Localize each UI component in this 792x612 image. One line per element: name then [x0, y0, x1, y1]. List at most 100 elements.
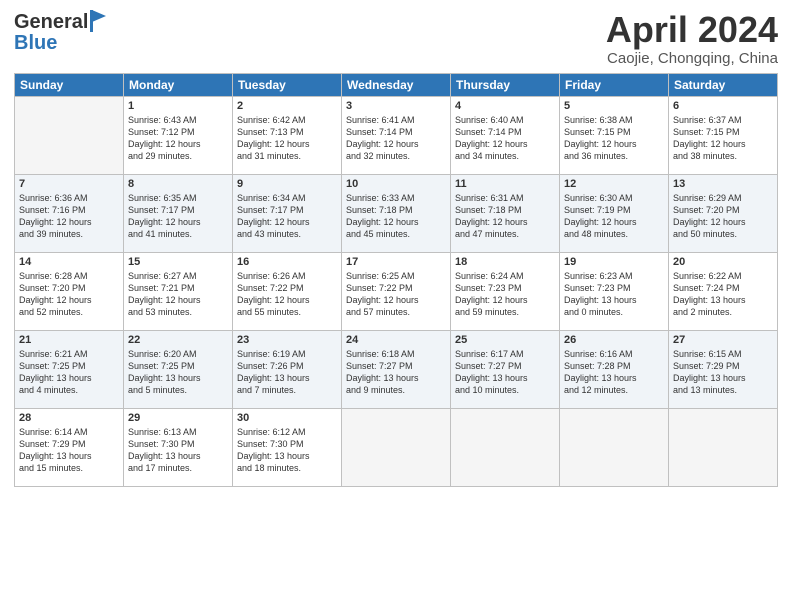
day-cell [451, 408, 560, 486]
col-header-friday: Friday [560, 73, 669, 96]
day-cell [342, 408, 451, 486]
day-info: Sunrise: 6:42 AM Sunset: 7:13 PM Dayligh… [237, 114, 337, 163]
day-info: Sunrise: 6:16 AM Sunset: 7:28 PM Dayligh… [564, 348, 664, 397]
header-row: SundayMondayTuesdayWednesdayThursdayFrid… [15, 73, 778, 96]
day-info: Sunrise: 6:40 AM Sunset: 7:14 PM Dayligh… [455, 114, 555, 163]
day-number: 6 [673, 100, 773, 112]
day-number: 8 [128, 178, 228, 190]
day-cell: 29 Sunrise: 6:13 AM Sunset: 7:30 PM Dayli… [124, 408, 233, 486]
week-row-1: 1 Sunrise: 6:43 AM Sunset: 7:12 PM Daylig… [15, 96, 778, 174]
day-info: Sunrise: 6:30 AM Sunset: 7:19 PM Dayligh… [564, 192, 664, 241]
day-cell: 6 Sunrise: 6:37 AM Sunset: 7:15 PM Daylig… [669, 96, 778, 174]
day-number: 25 [455, 334, 555, 346]
day-cell: 11 Sunrise: 6:31 AM Sunset: 7:18 PM Dayli… [451, 174, 560, 252]
day-cell: 30 Sunrise: 6:12 AM Sunset: 7:30 PM Dayli… [233, 408, 342, 486]
day-info: Sunrise: 6:22 AM Sunset: 7:24 PM Dayligh… [673, 270, 773, 319]
day-number: 23 [237, 334, 337, 346]
day-info: Sunrise: 6:15 AM Sunset: 7:29 PM Dayligh… [673, 348, 773, 397]
day-info: Sunrise: 6:31 AM Sunset: 7:18 PM Dayligh… [455, 192, 555, 241]
day-number: 1 [128, 100, 228, 112]
day-number: 26 [564, 334, 664, 346]
day-info: Sunrise: 6:14 AM Sunset: 7:29 PM Dayligh… [19, 426, 119, 475]
day-number: 14 [19, 256, 119, 268]
day-number: 16 [237, 256, 337, 268]
day-info: Sunrise: 6:23 AM Sunset: 7:23 PM Dayligh… [564, 270, 664, 319]
day-number: 3 [346, 100, 446, 112]
day-cell: 12 Sunrise: 6:30 AM Sunset: 7:19 PM Dayli… [560, 174, 669, 252]
day-number: 30 [237, 412, 337, 424]
day-cell: 8 Sunrise: 6:35 AM Sunset: 7:17 PM Daylig… [124, 174, 233, 252]
day-number: 5 [564, 100, 664, 112]
day-info: Sunrise: 6:25 AM Sunset: 7:22 PM Dayligh… [346, 270, 446, 319]
day-number: 24 [346, 334, 446, 346]
day-info: Sunrise: 6:37 AM Sunset: 7:15 PM Dayligh… [673, 114, 773, 163]
col-header-thursday: Thursday [451, 73, 560, 96]
day-info: Sunrise: 6:29 AM Sunset: 7:20 PM Dayligh… [673, 192, 773, 241]
col-header-wednesday: Wednesday [342, 73, 451, 96]
day-number: 27 [673, 334, 773, 346]
day-cell: 20Sunrise: 6:22 AM Sunset: 7:24 PM Dayli… [669, 252, 778, 330]
day-number: 15 [128, 256, 228, 268]
calendar-container: General Blue April 2024 Caojie, Chongqin… [0, 0, 792, 612]
col-header-sunday: Sunday [15, 73, 124, 96]
day-cell: 9 Sunrise: 6:34 AM Sunset: 7:17 PM Daylig… [233, 174, 342, 252]
day-cell: 14 Sunrise: 6:28 AM Sunset: 7:20 PM Dayli… [15, 252, 124, 330]
day-info: Sunrise: 6:34 AM Sunset: 7:17 PM Dayligh… [237, 192, 337, 241]
day-cell: 13 Sunrise: 6:29 AM Sunset: 7:20 PM Dayli… [669, 174, 778, 252]
day-cell: 10Sunrise: 6:33 AM Sunset: 7:18 PM Dayli… [342, 174, 451, 252]
day-cell: 25 Sunrise: 6:17 AM Sunset: 7:27 PM Dayli… [451, 330, 560, 408]
day-cell [15, 96, 124, 174]
day-info: Sunrise: 6:36 AM Sunset: 7:16 PM Dayligh… [19, 192, 119, 241]
day-info: Sunrise: 6:18 AM Sunset: 7:27 PM Dayligh… [346, 348, 446, 397]
day-number: 22 [128, 334, 228, 346]
calendar-table: SundayMondayTuesdayWednesdayThursdayFrid… [14, 73, 778, 487]
day-number: 28 [19, 412, 119, 424]
header: General Blue April 2024 Caojie, Chongqin… [14, 10, 778, 67]
day-number: 29 [128, 412, 228, 424]
day-number: 19 [564, 256, 664, 268]
title-block: April 2024 Caojie, Chongqing, China [606, 10, 778, 67]
day-info: Sunrise: 6:26 AM Sunset: 7:22 PM Dayligh… [237, 270, 337, 319]
day-info: Sunrise: 6:20 AM Sunset: 7:25 PM Dayligh… [128, 348, 228, 397]
day-info: Sunrise: 6:43 AM Sunset: 7:12 PM Dayligh… [128, 114, 228, 163]
day-info: Sunrise: 6:35 AM Sunset: 7:17 PM Dayligh… [128, 192, 228, 241]
logo-blue: Blue [14, 31, 108, 55]
day-info: Sunrise: 6:24 AM Sunset: 7:23 PM Dayligh… [455, 270, 555, 319]
day-number: 2 [237, 100, 337, 112]
day-cell: 3Sunrise: 6:41 AM Sunset: 7:14 PM Daylig… [342, 96, 451, 174]
day-cell: 23 Sunrise: 6:19 AM Sunset: 7:26 PM Dayli… [233, 330, 342, 408]
day-number: 13 [673, 178, 773, 190]
day-info: Sunrise: 6:38 AM Sunset: 7:15 PM Dayligh… [564, 114, 664, 163]
logo-text: General Blue [14, 10, 108, 55]
col-header-tuesday: Tuesday [233, 73, 342, 96]
day-cell: 17Sunrise: 6:25 AM Sunset: 7:22 PM Dayli… [342, 252, 451, 330]
day-cell: 4 Sunrise: 6:40 AM Sunset: 7:14 PM Daylig… [451, 96, 560, 174]
day-cell: 24 Sunrise: 6:18 AM Sunset: 7:27 PM Dayli… [342, 330, 451, 408]
day-info: Sunrise: 6:19 AM Sunset: 7:26 PM Dayligh… [237, 348, 337, 397]
day-cell: 19 Sunrise: 6:23 AM Sunset: 7:23 PM Dayli… [560, 252, 669, 330]
day-info: Sunrise: 6:21 AM Sunset: 7:25 PM Dayligh… [19, 348, 119, 397]
day-info: Sunrise: 6:12 AM Sunset: 7:30 PM Dayligh… [237, 426, 337, 475]
day-number: 12 [564, 178, 664, 190]
week-row-2: 7 Sunrise: 6:36 AM Sunset: 7:16 PM Daylig… [15, 174, 778, 252]
week-row-3: 14 Sunrise: 6:28 AM Sunset: 7:20 PM Dayli… [15, 252, 778, 330]
day-cell: 26 Sunrise: 6:16 AM Sunset: 7:28 PM Dayli… [560, 330, 669, 408]
day-number: 4 [455, 100, 555, 112]
day-info: Sunrise: 6:28 AM Sunset: 7:20 PM Dayligh… [19, 270, 119, 319]
day-info: Sunrise: 6:17 AM Sunset: 7:27 PM Dayligh… [455, 348, 555, 397]
day-cell: 28 Sunrise: 6:14 AM Sunset: 7:29 PM Dayli… [15, 408, 124, 486]
day-cell [560, 408, 669, 486]
day-cell [669, 408, 778, 486]
day-cell: 15 Sunrise: 6:27 AM Sunset: 7:21 PM Dayli… [124, 252, 233, 330]
col-header-monday: Monday [124, 73, 233, 96]
day-cell: 2 Sunrise: 6:42 AM Sunset: 7:13 PM Daylig… [233, 96, 342, 174]
col-header-saturday: Saturday [669, 73, 778, 96]
day-number: 9 [237, 178, 337, 190]
day-number: 10 [346, 178, 446, 190]
day-cell: 7 Sunrise: 6:36 AM Sunset: 7:16 PM Daylig… [15, 174, 124, 252]
day-number: 7 [19, 178, 119, 190]
day-info: Sunrise: 6:13 AM Sunset: 7:30 PM Dayligh… [128, 426, 228, 475]
day-number: 18 [455, 256, 555, 268]
day-number: 11 [455, 178, 555, 190]
day-info: Sunrise: 6:27 AM Sunset: 7:21 PM Dayligh… [128, 270, 228, 319]
